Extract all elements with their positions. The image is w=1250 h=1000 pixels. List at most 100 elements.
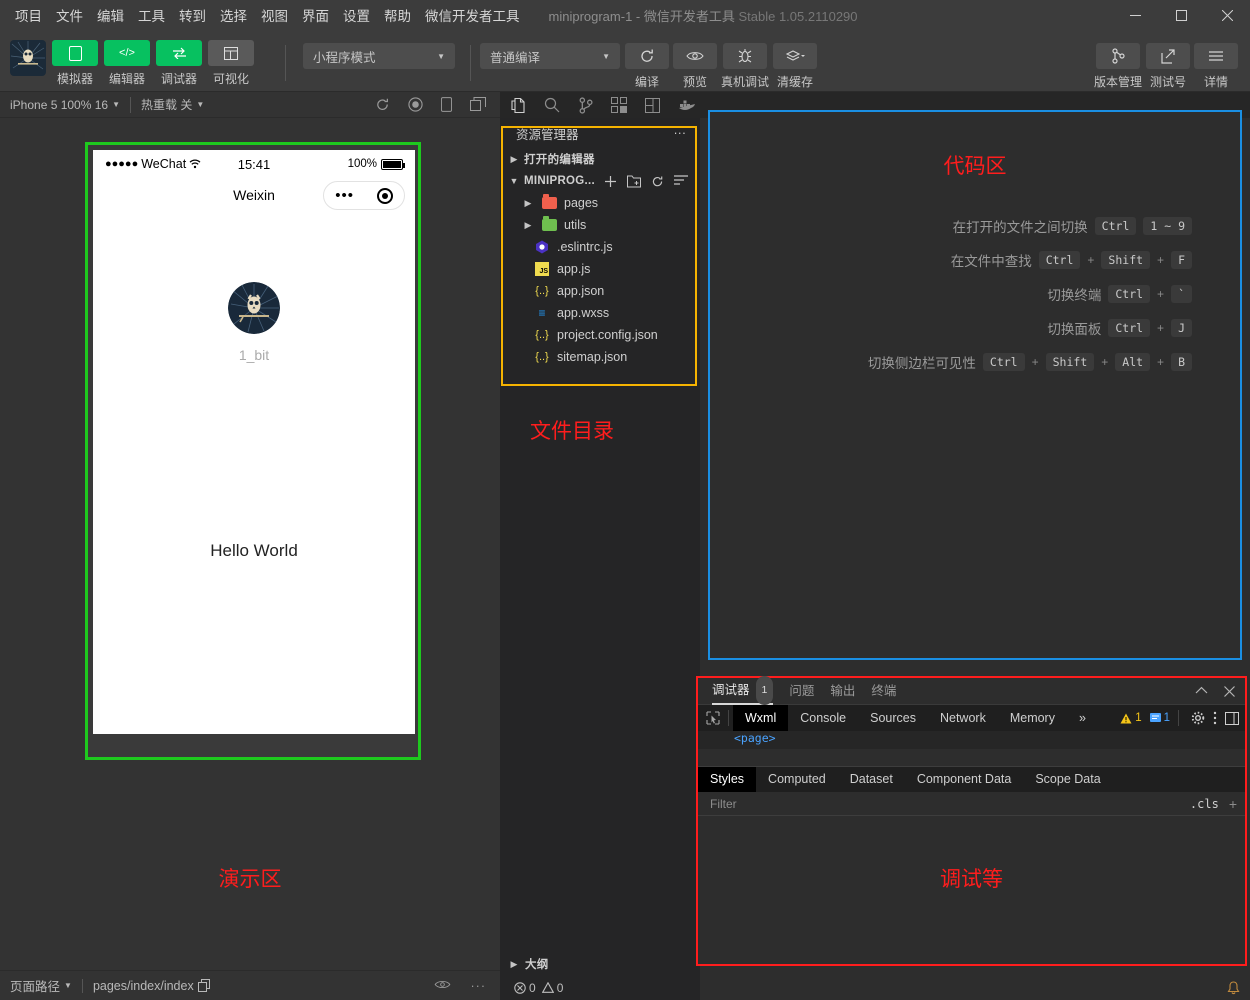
device-rotate-icon[interactable] [441,97,452,112]
cls-button[interactable]: .cls [1190,797,1229,811]
layout-panel-icon[interactable] [645,97,660,113]
chevron-right-icon[interactable]: ▶ [522,198,534,209]
menu-item-interface[interactable]: 界面 [295,1,336,29]
error-indicator[interactable]: 0 [514,981,536,995]
styletab-computed[interactable]: Computed [756,767,838,792]
file-item-projectconfig[interactable]: {..} project.config.json [500,324,700,346]
chevron-right-icon[interactable]: ▶ [522,220,534,231]
extensions-icon[interactable] [611,97,627,113]
mode-button-editor[interactable]: </> 编辑器 [104,40,150,87]
right-button-testaccount[interactable]: 测试号 [1146,43,1190,90]
file-item-eslintrc[interactable]: .eslintrc.js [500,236,700,258]
code-area-pane[interactable]: 代码区 在打开的文件之间切换 Ctrl 1 ~ 9 在文件中查找 Ctrl + … [708,110,1242,660]
devtab-sources[interactable]: Sources [858,705,928,731]
right-button-details[interactable]: 详情 [1194,43,1238,90]
menu-item-goto[interactable]: 转到 [172,1,213,29]
devtab-console[interactable]: Console [788,705,858,731]
tab-output[interactable]: 输出 [830,678,855,705]
styletab-component-data[interactable]: Component Data [905,767,1024,792]
menu-item-help[interactable]: 帮助 [377,1,418,29]
compile-select[interactable]: 普通编译 ▼ [480,43,620,69]
warning-indicator[interactable]: 0 [541,981,563,995]
close-button[interactable] [1204,0,1250,30]
chevron-up-icon[interactable] [1195,686,1208,697]
tab-label: 终端 [871,683,897,698]
file-item-appwxss[interactable]: ≡ app.wxss [500,302,700,324]
status-bar: 页面路径 ▼ pages/index/index ··· [0,970,500,1000]
outline-section[interactable]: ▶ 大纲 [500,953,700,975]
menu-item-tools[interactable]: 工具 [131,1,172,29]
menu-item-edit[interactable]: 编辑 [90,1,131,29]
mode-button-visual[interactable]: 可视化 [208,40,254,87]
file-item-pages[interactable]: ▶ pages [500,192,700,214]
info-indicator[interactable]: 1 [1149,712,1170,724]
ellipsis-vertical-icon[interactable] [1213,711,1217,725]
wxml-splitter[interactable] [698,749,1245,767]
styletab-dataset[interactable]: Dataset [838,767,905,792]
inspect-element-icon[interactable] [698,711,728,725]
file-item-appjs[interactable]: JS app.js [500,258,700,280]
gear-icon[interactable] [1191,711,1205,725]
hot-reload-select[interactable]: 热重载 关 ▼ [131,96,214,113]
new-folder-icon[interactable] [627,175,641,188]
right-button-version[interactable]: 版本管理 [1094,43,1142,90]
menu-item-file[interactable]: 文件 [49,1,90,29]
device-select[interactable]: iPhone 5 100% 16 ▼ [0,98,130,112]
collapse-all-icon[interactable] [674,174,688,188]
file-item-sitemap[interactable]: {..} sitemap.json [500,346,700,368]
menu-item-devtools[interactable]: 微信开发者工具 [418,1,527,29]
simulator-screen[interactable]: ●●●●● WeChat 15:41 100% Weixin ••• 1_bit… [93,150,415,734]
mode-button-debugger[interactable]: 调试器 [156,40,202,87]
devtab-wxml[interactable]: Wxml [733,705,789,731]
devtab-overflow[interactable]: » [1067,705,1098,731]
new-file-icon[interactable] [604,175,617,188]
styletab-scope-data[interactable]: Scope Data [1023,767,1112,792]
search-icon[interactable] [544,97,560,113]
menu-item-settings[interactable]: 设置 [336,1,377,29]
styletab-styles[interactable]: Styles [698,767,757,792]
tab-terminal[interactable]: 终端 [871,678,896,705]
explorer-section-project[interactable]: ▼ MINIPROG... [500,170,700,192]
add-style-button[interactable]: + [1229,796,1245,812]
problems-status: 0 0 [500,975,700,1000]
filter-input[interactable]: Filter [698,797,737,811]
capsule-button[interactable]: ••• [323,181,405,210]
close-icon[interactable] [1224,685,1235,697]
refresh-icon[interactable] [375,97,390,112]
tab-debugger[interactable]: 调试器 1 [712,675,774,705]
docker-icon[interactable] [678,99,696,112]
ellipsis-icon[interactable]: ··· [471,979,487,993]
action-button-realdevice[interactable]: 真机调试 [721,43,769,90]
action-button-clearcache[interactable]: 清缓存 [773,43,818,90]
dock-panel-icon[interactable] [1225,711,1239,725]
minimize-button[interactable] [1112,0,1158,30]
explorer-icon[interactable] [510,97,526,114]
action-button-preview[interactable]: 预览 [673,43,717,90]
explorer-section-open-editors[interactable]: ▶ 打开的编辑器 [500,148,700,170]
maximize-button[interactable] [1158,0,1204,30]
devtab-memory[interactable]: Memory [998,705,1067,731]
tab-problems[interactable]: 问题 [789,678,814,705]
ellipsis-icon[interactable]: ··· [674,126,687,140]
file-name: app.js [557,262,591,276]
source-control-icon[interactable] [578,96,593,114]
menu-item-select[interactable]: 选择 [213,1,254,29]
page-path-select[interactable]: 页面路径 ▼ [0,976,82,995]
file-item-appjson[interactable]: {..} app.json [500,280,700,302]
file-item-utils[interactable]: ▶ utils [500,214,700,236]
refresh-icon[interactable] [651,175,664,188]
menu-item-project[interactable]: 项目 [8,1,49,29]
devtab-network[interactable]: Network [928,705,998,731]
more-dots-icon[interactable]: ••• [335,188,354,203]
bell-icon[interactable] [1227,980,1240,995]
warning-indicator[interactable]: 1 [1120,712,1142,724]
record-icon[interactable] [408,97,423,112]
mode-select[interactable]: 小程序模式 ▼ [303,43,455,69]
mode-button-simulator[interactable]: 模拟器 [52,40,98,87]
menu-item-view[interactable]: 视图 [254,1,295,29]
target-circle-icon[interactable] [376,187,393,204]
copy-icon[interactable] [197,979,210,992]
split-window-icon[interactable] [470,97,486,112]
eye-icon[interactable] [434,979,451,993]
action-button-compile[interactable]: 编译 [625,43,669,90]
